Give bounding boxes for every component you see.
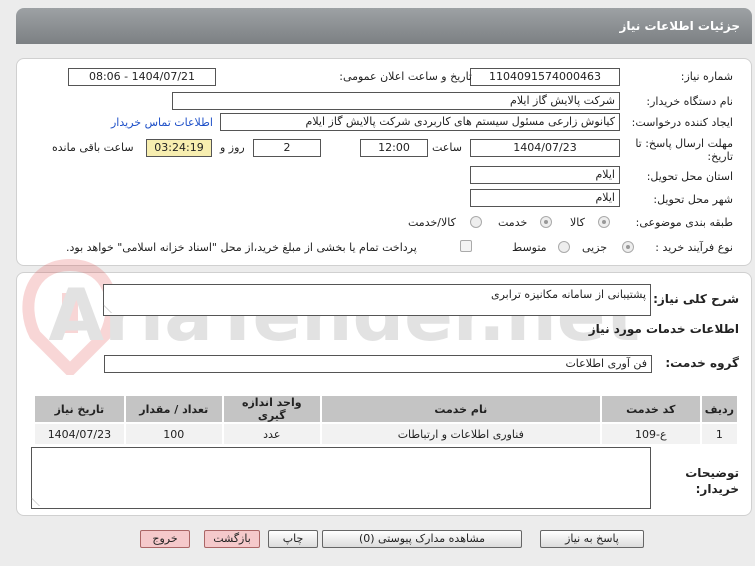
description-field: پشتیبانی از سامانه مکانیزه ترابری <box>103 284 651 316</box>
attachments-button[interactable]: مشاهده مدارک پیوستی (0) <box>322 530 522 548</box>
process-option-minor: جزیی <box>582 241 608 254</box>
service-group-field: فن آوری اطلاعات <box>104 355 652 373</box>
description-label: شرح کلی نیاز: <box>653 292 739 306</box>
deadline-label: مهلت ارسال پاسخ: تا تاریخ: <box>635 137 733 163</box>
cell-date: 1404/07/23 <box>33 422 126 446</box>
city-field: ایلام <box>470 189 620 207</box>
page-title: جزئیات اطلاعات نیاز <box>619 19 740 33</box>
cell-row: 1 <box>699 422 740 446</box>
cell-code: ع-109 <box>599 422 702 446</box>
remaining-time-field: 03:24:19 <box>146 139 212 157</box>
buyer-org-label: نام دستگاه خریدار: <box>646 95 733 108</box>
process-option-medium: متوسط <box>512 241 547 254</box>
process-radio-minor[interactable] <box>622 241 634 253</box>
services-table: ردیف کد خدمت نام خدمت واحد اندازه گیری ت… <box>33 394 740 446</box>
cell-qty: 100 <box>123 422 224 446</box>
col-date: تاریخ نیاز <box>33 394 126 424</box>
table-row: 1 ع-109 فناوری اطلاعات و ارتباطات عدد 10… <box>33 422 740 446</box>
category-option-service: خدمت <box>498 216 528 229</box>
need-number-label: شماره نیاز: <box>680 70 733 83</box>
days-field: 2 <box>253 139 321 157</box>
cell-unit: عدد <box>221 422 322 446</box>
contact-buyer-link[interactable]: اطلاعات تماس خریدار <box>111 116 213 129</box>
col-row: ردیف <box>699 394 740 424</box>
buyer-notes-label: توضیحات خریدار: <box>685 466 739 496</box>
category-option-both: کالا/خدمت <box>408 216 456 229</box>
province-field: ایلام <box>470 166 620 184</box>
description-text: پشتیبانی از سامانه مکانیزه ترابری <box>491 288 646 301</box>
reply-button[interactable]: پاسخ به نیاز <box>540 530 644 548</box>
need-number-field: 1104091574000463 <box>470 68 620 86</box>
process-radio-medium[interactable] <box>558 241 570 253</box>
category-radio-goods[interactable] <box>598 216 610 228</box>
deadline-date-field: 1404/07/23 <box>470 139 620 157</box>
creator-label: ایجاد کننده درخواست: <box>631 116 733 129</box>
services-table-header: ردیف کد خدمت نام خدمت واحد اندازه گیری ت… <box>33 394 740 424</box>
payment-note: پرداخت تمام یا بخشی از مبلغ خرید،از محل … <box>66 241 417 254</box>
category-radio-both[interactable] <box>470 216 482 228</box>
city-label: شهر محل تحویل: <box>653 193 733 206</box>
print-button[interactable]: چاپ <box>268 530 318 548</box>
announce-label: تاریخ و ساعت اعلان عمومی: <box>339 70 472 83</box>
deadline-time-field: 12:00 <box>360 139 428 157</box>
services-section-title: اطلاعات خدمات مورد نیاز <box>588 322 739 336</box>
buyer-org-field: شرکت پالایش گاز ایلام <box>172 92 620 110</box>
cell-name: فناوری اطلاعات و ارتباطات <box>319 422 602 446</box>
creator-field: کیانوش زارعی مسئول سیستم های کاربردی شرک… <box>220 113 620 131</box>
back-button[interactable]: بازگشت <box>204 530 260 548</box>
deadline-time-label: ساعت <box>432 141 462 154</box>
days-label: روز و <box>220 141 245 154</box>
resize-grip-icon[interactable] <box>31 498 47 506</box>
buyer-notes-field <box>31 447 651 509</box>
category-label: طبقه بندی موضوعی: <box>635 216 733 229</box>
col-name: نام خدمت <box>319 394 602 424</box>
treasury-checkbox[interactable] <box>460 240 472 252</box>
process-label: نوع فرآیند خرید : <box>655 241 733 254</box>
category-radio-service[interactable] <box>540 216 552 228</box>
page-header: جزئیات اطلاعات نیاز <box>16 8 752 44</box>
exit-button[interactable]: خروج <box>140 530 190 548</box>
province-label: استان محل تحویل: <box>646 170 733 183</box>
service-group-label: گروه خدمت: <box>665 356 739 370</box>
remaining-label: ساعت باقی مانده <box>52 141 134 154</box>
col-unit: واحد اندازه گیری <box>221 394 322 424</box>
category-option-goods: کالا <box>570 216 585 229</box>
col-code: کد خدمت <box>599 394 702 424</box>
announce-field: 1404/07/21 - 08:06 <box>68 68 216 86</box>
col-qty: تعداد / مقدار <box>123 394 224 424</box>
resize-grip-icon[interactable] <box>103 305 119 313</box>
